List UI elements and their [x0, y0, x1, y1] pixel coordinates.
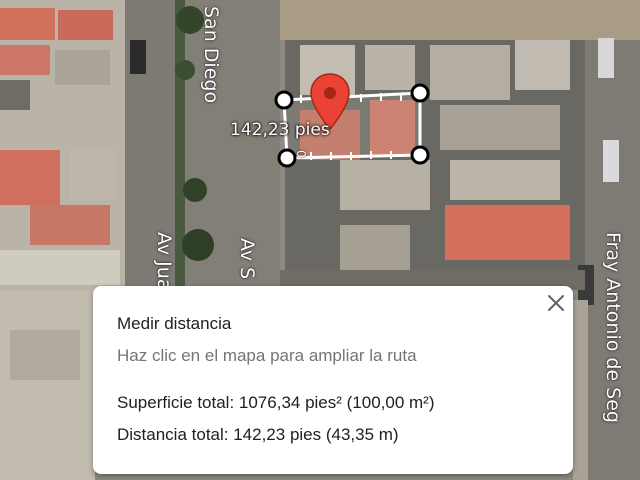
measurement-vertex-3[interactable] — [410, 145, 430, 165]
measurement-vertex-2[interactable] — [410, 83, 430, 103]
measurement-vertex-1[interactable] — [274, 90, 294, 110]
card-title: Medir distancia — [117, 314, 232, 333]
measure-distance-card: Medir distancia Haz clic en el mapa para… — [93, 286, 573, 474]
measurement-vertex-4[interactable] — [277, 148, 297, 168]
total-area: Superficie total: 1076,34 pies² (100,00 … — [117, 393, 435, 412]
segment-label: 0 — [294, 150, 308, 158]
close-icon[interactable] — [543, 290, 569, 316]
card-hint: Haz clic en el mapa para ampliar la ruta — [117, 346, 417, 365]
total-distance: Distancia total: 142,23 pies (43,35 m) — [117, 425, 399, 444]
distance-label: 142,23 pies — [230, 120, 330, 140]
